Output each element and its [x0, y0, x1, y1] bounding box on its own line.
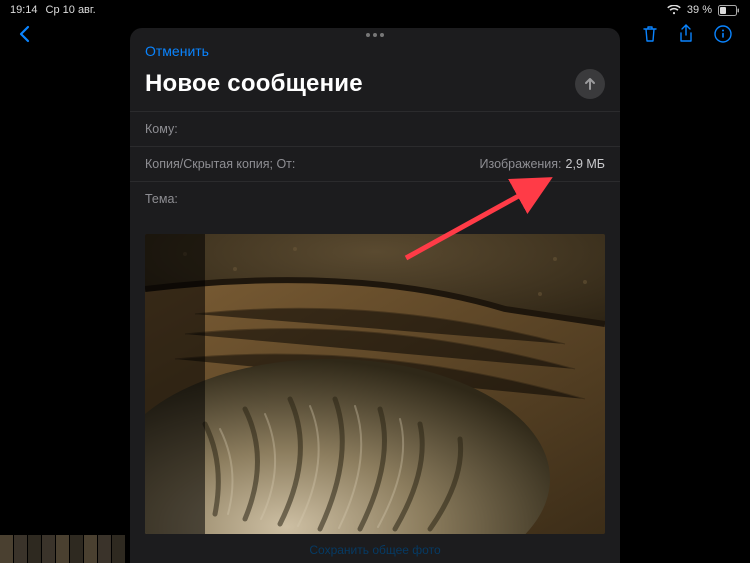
- send-button[interactable]: [575, 69, 605, 99]
- wifi-icon: [667, 5, 681, 15]
- to-label: Кому:: [145, 122, 178, 136]
- status-date: Ср 10 авг.: [46, 4, 96, 16]
- mail-body[interactable]: [130, 216, 620, 534]
- back-button[interactable]: [18, 25, 30, 46]
- attachment-size: Изображения: 2,9 МБ: [480, 157, 606, 171]
- thumbnail-strip[interactable]: [0, 535, 126, 563]
- cc-bcc-from-field[interactable]: Копия/Скрытая копия; От: Изображения: 2,9…: [130, 146, 620, 181]
- compose-mail-modal: Отменить Новое сообщение Кому: Копия/Скр…: [130, 28, 620, 563]
- cancel-button[interactable]: Отменить: [145, 43, 209, 59]
- images-size-value: 2,9 МБ: [566, 157, 605, 171]
- trash-icon[interactable]: [642, 25, 658, 46]
- compose-title: Новое сообщение: [145, 70, 363, 98]
- info-icon[interactable]: [714, 25, 732, 46]
- attached-photo[interactable]: [145, 234, 605, 534]
- to-field[interactable]: Кому:: [130, 111, 620, 146]
- modal-grabber[interactable]: [130, 28, 620, 37]
- subject-label: Тема:: [145, 192, 178, 206]
- images-label: Изображения:: [480, 157, 562, 171]
- share-icon[interactable]: [678, 24, 694, 47]
- subject-field[interactable]: Тема:: [130, 181, 620, 216]
- save-shared-photo-link[interactable]: Сохранить общее фото: [309, 543, 440, 557]
- battery-percent: 39 %: [687, 4, 712, 16]
- battery-icon: [718, 5, 740, 16]
- status-bar: 19:14 Ср 10 авг. 39 %: [0, 0, 750, 20]
- status-time: 19:14: [10, 4, 38, 16]
- cc-bcc-from-label: Копия/Скрытая копия; От:: [145, 157, 295, 171]
